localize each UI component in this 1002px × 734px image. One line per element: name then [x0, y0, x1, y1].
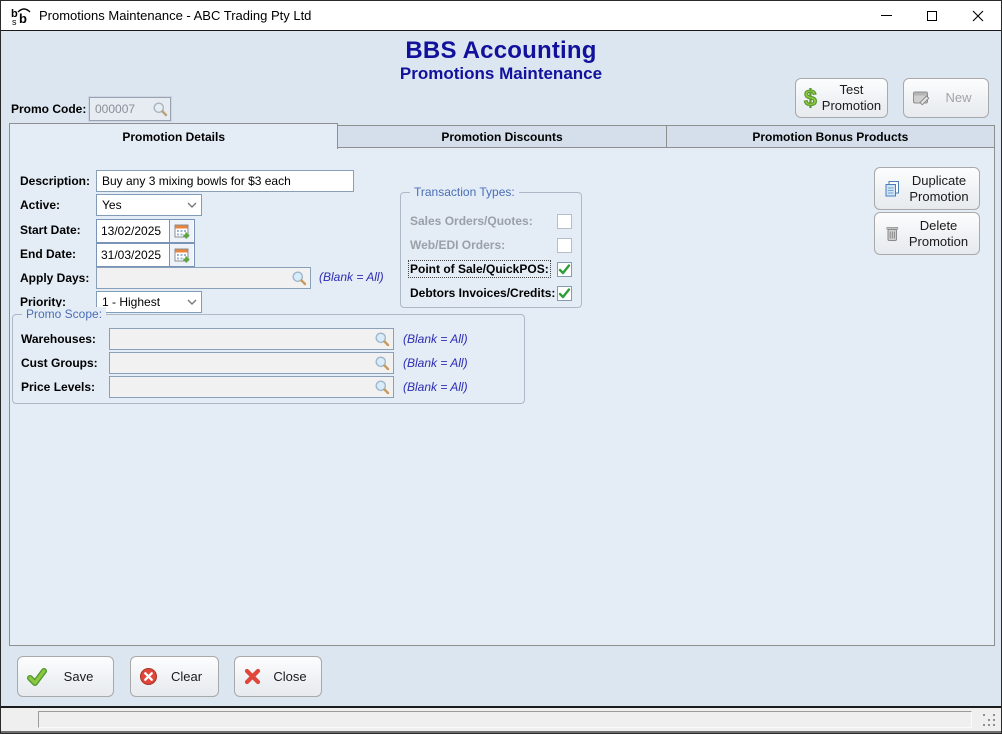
promo-scope-title: Promo Scope:: [22, 307, 107, 321]
transaction-type-row: Sales Orders/Quotes:: [410, 209, 572, 233]
delete-promotion-button[interactable]: Delete Promotion: [874, 212, 980, 255]
priority-select[interactable]: 1 - Highest: [96, 291, 202, 313]
warehouses-input[interactable]: [110, 332, 371, 346]
minimize-icon: [880, 15, 892, 16]
apply-days-lookup-button[interactable]: [288, 270, 310, 286]
calendar-icon: [174, 248, 189, 263]
price-levels-label: Price Levels:: [21, 380, 96, 394]
transaction-type-row: Web/EDI Orders:: [410, 233, 572, 257]
cust-groups-input[interactable]: [110, 356, 371, 370]
point-of-sale-checkbox[interactable]: [557, 261, 572, 277]
debtors-invoices-checkbox[interactable]: [557, 285, 572, 301]
check-icon: [27, 667, 47, 686]
clear-icon: [140, 668, 157, 685]
apply-days-label: Apply Days:: [20, 271, 90, 285]
app-window: b s b Promotions Maintenance - ABC Tradi…: [0, 0, 1002, 734]
description-input[interactable]: [96, 170, 354, 192]
warehouses-hint: (Blank = All): [403, 332, 468, 346]
clear-button[interactable]: Clear: [130, 656, 219, 697]
check-icon: [558, 263, 571, 274]
window-title: Promotions Maintenance - ABC Trading Pty…: [39, 8, 312, 23]
end-date-calendar-button[interactable]: [169, 244, 193, 266]
apply-days-field: [96, 267, 311, 289]
chevron-down-icon: [187, 299, 197, 305]
resize-grip[interactable]: [983, 714, 996, 727]
duplicate-promotion-button[interactable]: Duplicate Promotion: [874, 167, 980, 210]
transaction-type-row: Debtors Invoices/Credits:: [410, 281, 572, 305]
maximize-button[interactable]: [909, 1, 955, 30]
minimize-button[interactable]: [863, 1, 909, 30]
end-date-field: [96, 243, 195, 267]
start-date-label: Start Date:: [20, 223, 81, 237]
svg-text:b: b: [19, 11, 27, 26]
tab-bar: Promotion Details Promotion Discounts Pr…: [9, 123, 995, 149]
close-form-button[interactable]: Close: [234, 656, 322, 697]
price-levels-input[interactable]: [110, 380, 371, 394]
window-controls: [863, 1, 1001, 30]
chevron-down-icon: [187, 202, 197, 208]
promo-code-label: Promo Code:: [11, 102, 87, 116]
start-date-input[interactable]: [97, 220, 169, 242]
dollar-icon: $: [804, 84, 818, 111]
test-promotion-button[interactable]: $ Test Promotion: [795, 78, 888, 118]
calendar-icon: [174, 224, 189, 239]
new-form-icon: [913, 91, 930, 106]
magnifier-icon: [153, 102, 168, 117]
x-icon: [244, 668, 261, 685]
active-label: Active:: [20, 198, 61, 212]
trash-icon: [886, 226, 899, 241]
magnifier-icon: [375, 380, 390, 395]
price-levels-row: Price Levels: (Blank = All): [21, 375, 516, 399]
promotion-details-panel: Description: Active: Yes Start Date: End…: [9, 147, 995, 646]
app-title: BBS Accounting: [405, 37, 597, 64]
start-date-calendar-button[interactable]: [169, 220, 193, 242]
transaction-types-group: Transaction Types: Sales Orders/Quotes: …: [400, 185, 582, 308]
bbs-logo-icon: b s b: [11, 8, 31, 27]
transaction-types-title: Transaction Types:: [410, 185, 519, 199]
transaction-type-row: Point of Sale/QuickPOS:: [408, 257, 572, 281]
warehouses-label: Warehouses:: [21, 332, 96, 346]
cust-groups-hint: (Blank = All): [403, 356, 468, 370]
apply-days-hint: (Blank = All): [319, 270, 384, 284]
promo-code-lookup-button[interactable]: [152, 101, 168, 117]
tab-promotion-bonus-products[interactable]: Promotion Bonus Products: [666, 125, 995, 148]
promo-code-input[interactable]: [95, 102, 152, 116]
tab-promotion-discounts[interactable]: Promotion Discounts: [338, 125, 667, 148]
check-icon: [558, 287, 571, 298]
new-button[interactable]: New: [903, 78, 989, 118]
price-levels-hint: (Blank = All): [403, 380, 468, 394]
magnifier-icon: [292, 271, 307, 286]
title-bar: b s b Promotions Maintenance - ABC Tradi…: [1, 1, 1001, 31]
cust-groups-lookup-button[interactable]: [371, 355, 393, 371]
start-date-field: [96, 219, 195, 243]
price-levels-field: [109, 376, 394, 398]
sales-orders-checkbox[interactable]: [557, 213, 572, 229]
end-date-input[interactable]: [97, 244, 169, 266]
apply-days-input[interactable]: [97, 271, 288, 285]
save-button[interactable]: Save: [17, 656, 114, 697]
close-window-button[interactable]: [955, 1, 1001, 30]
cust-groups-row: Cust Groups: (Blank = All): [21, 351, 516, 375]
close-icon: [972, 10, 984, 21]
description-label: Description:: [20, 174, 91, 188]
active-select[interactable]: Yes: [96, 194, 202, 216]
promo-code-field: [89, 97, 171, 121]
cust-groups-label: Cust Groups:: [21, 356, 98, 370]
web-edi-orders-checkbox[interactable]: [557, 237, 572, 253]
cust-groups-field: [109, 352, 394, 374]
status-panel: [38, 711, 972, 728]
warehouses-field: [109, 328, 394, 350]
promo-scope-group: Promo Scope: Warehouses: (Blank = All) C…: [12, 307, 525, 404]
price-levels-lookup-button[interactable]: [371, 379, 393, 395]
copy-icon: [885, 181, 899, 197]
magnifier-icon: [375, 332, 390, 347]
magnifier-icon: [375, 356, 390, 371]
tab-promotion-details[interactable]: Promotion Details: [9, 123, 339, 149]
end-date-label: End Date:: [20, 247, 77, 261]
maximize-icon: [927, 10, 937, 21]
svg-text:s: s: [12, 17, 17, 27]
status-bar: [1, 706, 1001, 733]
warehouses-row: Warehouses: (Blank = All): [21, 327, 516, 351]
warehouses-lookup-button[interactable]: [371, 331, 393, 347]
